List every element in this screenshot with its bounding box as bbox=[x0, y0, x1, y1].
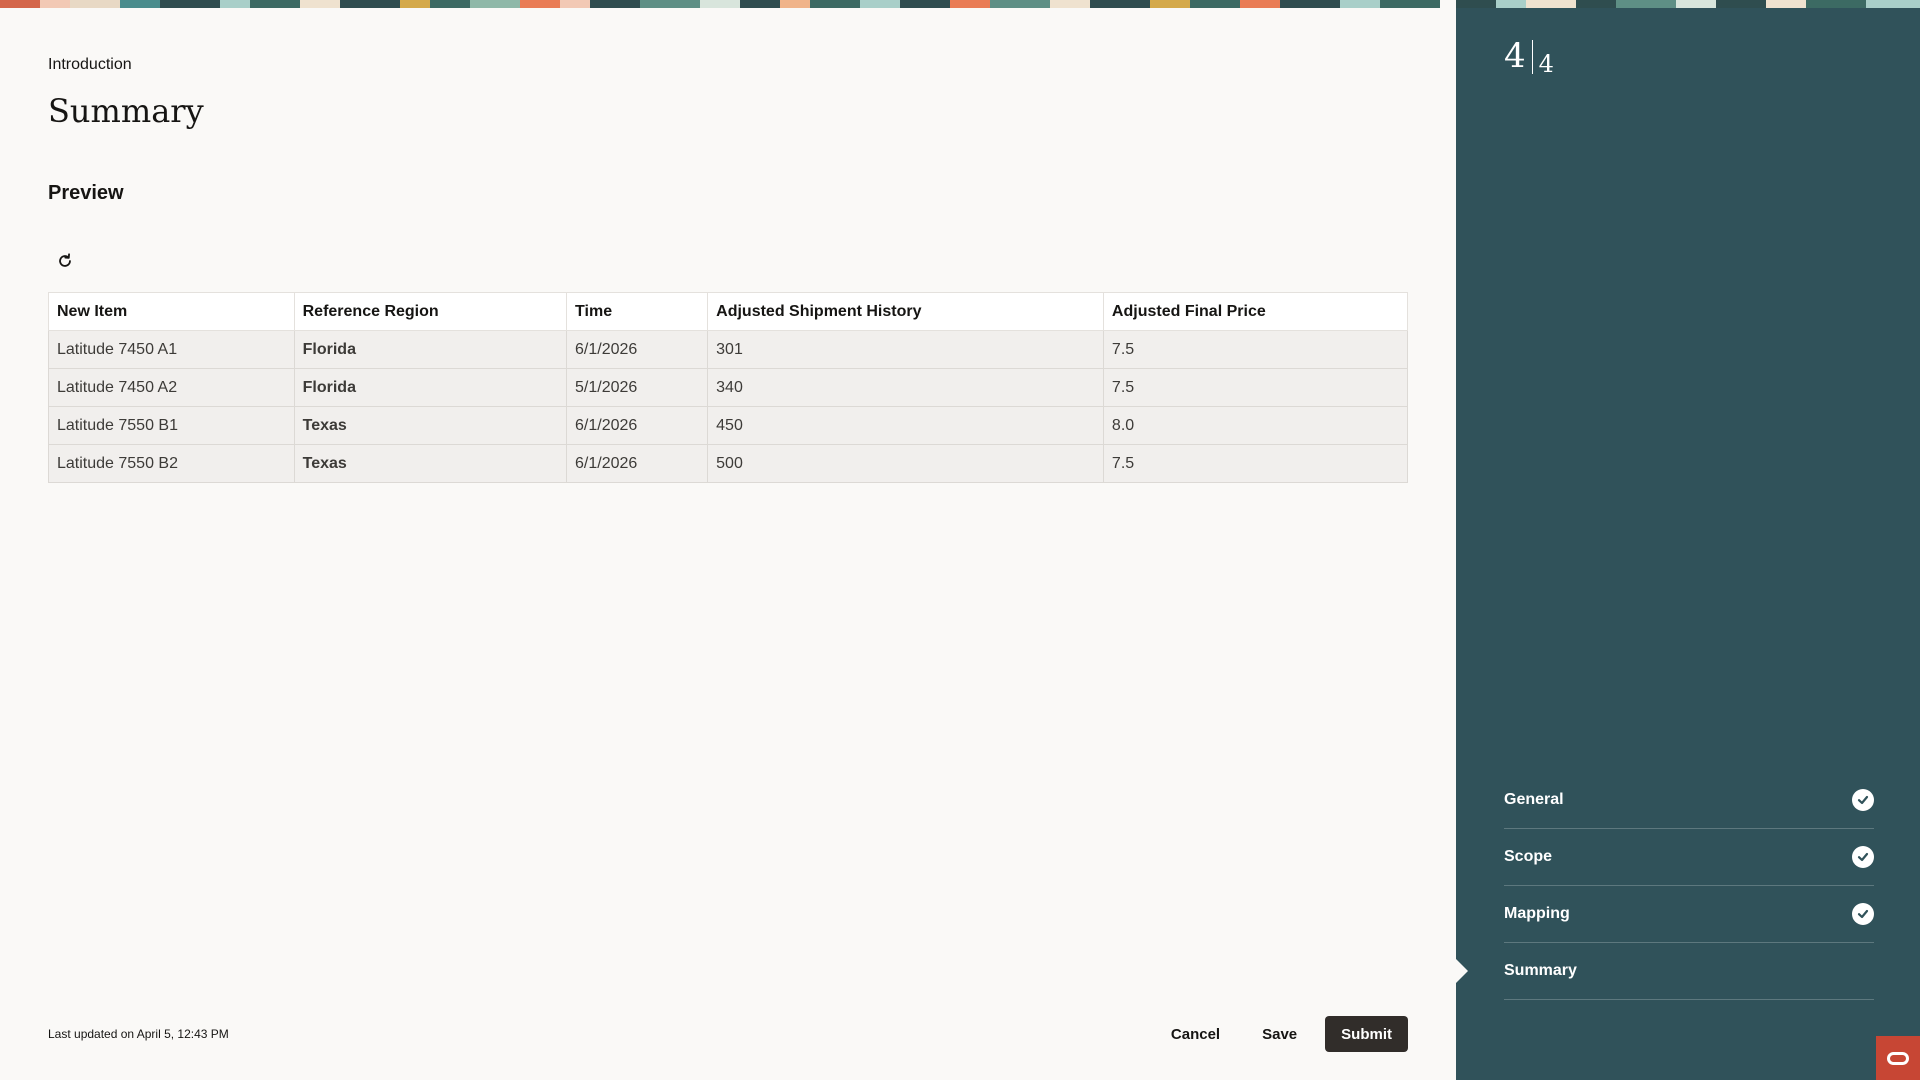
column-header[interactable]: Adjusted Final Price bbox=[1102, 292, 1409, 331]
submit-button[interactable]: Submit bbox=[1325, 1016, 1408, 1052]
step-label: Scope bbox=[1504, 848, 1553, 865]
cell-adjusted-shipment-history: 450 bbox=[707, 406, 1104, 445]
cell-adjusted-final-price: 7.5 bbox=[1102, 330, 1409, 369]
step-current-number: 4 bbox=[1504, 36, 1526, 76]
section-title: Preview bbox=[48, 182, 124, 204]
save-button[interactable]: Save bbox=[1248, 1018, 1311, 1051]
checkmark-icon bbox=[1852, 846, 1874, 868]
cell-time: 6/1/2026 bbox=[566, 330, 709, 369]
checkmark-icon bbox=[1852, 789, 1874, 811]
refresh-icon bbox=[59, 253, 71, 267]
column-header[interactable]: New Item bbox=[48, 292, 295, 331]
cell-new-item: Latitude 7550 B1 bbox=[48, 406, 295, 445]
cell-time: 5/1/2026 bbox=[566, 368, 709, 407]
table-row[interactable]: Latitude 7450 A2 Florida 5/1/2026 340 7.… bbox=[48, 368, 1409, 407]
step-label: General bbox=[1504, 791, 1564, 808]
cell-time: 6/1/2026 bbox=[566, 444, 709, 483]
column-header[interactable]: Reference Region bbox=[293, 292, 568, 331]
cell-new-item: Latitude 7450 A2 bbox=[48, 368, 295, 407]
step-summary[interactable]: Summary bbox=[1504, 943, 1874, 1000]
main-content: Introduction Summary Preview New Item Re… bbox=[0, 8, 1456, 1080]
page-title: Summary bbox=[48, 92, 204, 130]
cell-adjusted-shipment-history: 301 bbox=[707, 330, 1104, 369]
table-header-row: New Item Reference Region Time Adjusted … bbox=[48, 292, 1409, 331]
cell-reference-region: Texas bbox=[293, 406, 568, 445]
cell-reference-region: Texas bbox=[293, 444, 568, 483]
oracle-logo-icon[interactable] bbox=[1876, 1036, 1920, 1080]
cell-adjusted-final-price: 8.0 bbox=[1102, 406, 1409, 445]
cell-new-item: Latitude 7450 A1 bbox=[48, 330, 295, 369]
cell-adjusted-shipment-history: 500 bbox=[707, 444, 1104, 483]
cell-adjusted-final-price: 7.5 bbox=[1102, 444, 1409, 483]
table-row[interactable]: Latitude 7550 B1 Texas 6/1/2026 450 8.0 bbox=[48, 406, 1409, 445]
cell-adjusted-shipment-history: 340 bbox=[707, 368, 1104, 407]
wizard-steps: General Scope Mapping Summary bbox=[1504, 772, 1874, 1000]
step-label: Mapping bbox=[1504, 905, 1570, 922]
decorative-banner bbox=[1456, 0, 1920, 8]
step-counter-divider bbox=[1531, 40, 1533, 74]
column-header[interactable]: Adjusted Shipment History bbox=[707, 292, 1104, 331]
step-mapping[interactable]: Mapping bbox=[1504, 886, 1874, 943]
refresh-button[interactable] bbox=[52, 248, 78, 274]
step-scope[interactable]: Scope bbox=[1504, 829, 1874, 886]
table-row[interactable]: Latitude 7450 A1 Florida 6/1/2026 301 7.… bbox=[48, 330, 1409, 369]
column-header[interactable]: Time bbox=[566, 292, 709, 331]
step-label: Summary bbox=[1504, 962, 1577, 979]
current-step-indicator bbox=[1456, 959, 1468, 983]
preview-table: New Item Reference Region Time Adjusted … bbox=[48, 292, 1409, 483]
step-general[interactable]: General bbox=[1504, 772, 1874, 829]
breadcrumb[interactable]: Introduction bbox=[48, 56, 132, 74]
cell-time: 6/1/2026 bbox=[566, 406, 709, 445]
step-total-number: 4 bbox=[1538, 50, 1554, 78]
table-row[interactable]: Latitude 7550 B2 Texas 6/1/2026 500 7.5 bbox=[48, 444, 1409, 483]
decorative-banner bbox=[0, 0, 1456, 8]
cell-adjusted-final-price: 7.5 bbox=[1102, 368, 1409, 407]
wizard-side-panel: 4 4 General Scope Mapping Summary bbox=[1456, 0, 1920, 1080]
last-updated-text: Last updated on April 5, 12:43 PM bbox=[48, 1027, 229, 1041]
cell-reference-region: Florida bbox=[293, 368, 568, 407]
cancel-button[interactable]: Cancel bbox=[1157, 1018, 1234, 1051]
checkmark-icon bbox=[1852, 903, 1874, 925]
cell-new-item: Latitude 7550 B2 bbox=[48, 444, 295, 483]
footer-actions: Cancel Save Submit bbox=[1157, 1016, 1408, 1052]
cell-reference-region: Florida bbox=[293, 330, 568, 369]
step-counter: 4 4 bbox=[1504, 36, 1554, 78]
